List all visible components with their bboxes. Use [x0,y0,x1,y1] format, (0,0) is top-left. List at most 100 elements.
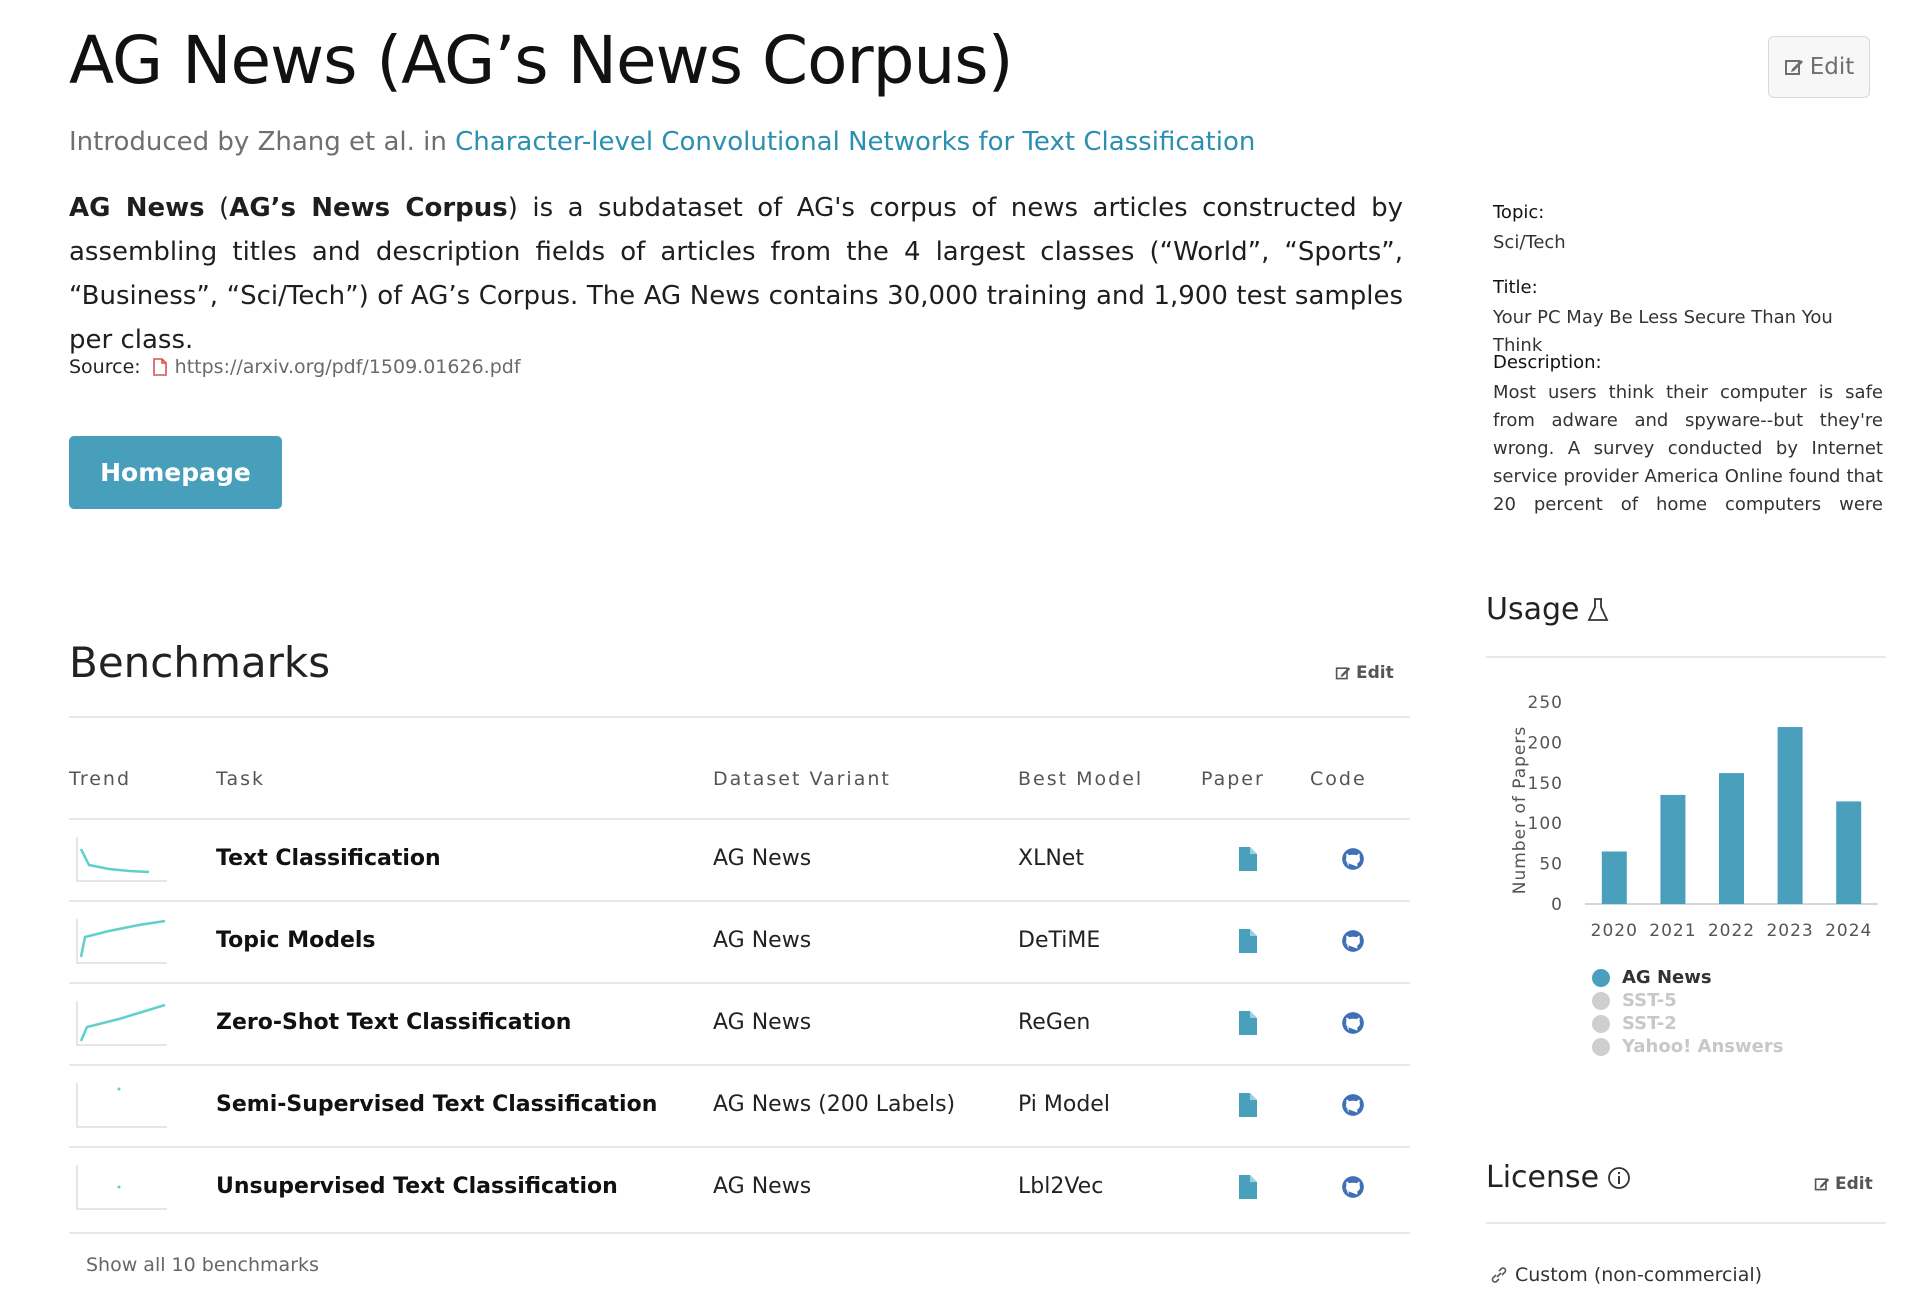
dataset-variant-link[interactable]: AG News [713,1010,811,1035]
sparkline-axes [76,1165,167,1210]
best-model-link[interactable]: DeTiME [1018,928,1100,953]
dataset-variant-link[interactable]: AG News [713,846,811,871]
sparkline-point [117,1087,121,1091]
benchmark-row[interactable]: Semi-Supervised Text Classification AG Ne… [69,1064,1410,1146]
link-icon [1491,1267,1507,1283]
sparkline-axes [76,837,167,882]
legend-item[interactable]: SST-2 [1592,1012,1783,1035]
col-header-paper: Paper [1201,768,1265,790]
usage-divider [1486,656,1886,658]
paper-icon[interactable] [1237,1174,1259,1200]
benchmark-row[interactable]: Topic Models AG News DeTiME [69,900,1410,982]
usage-title-text: Usage [1486,592,1580,627]
legend-marker [1592,1037,1610,1056]
dataset-variant-link[interactable]: AG News [713,928,811,953]
dataset-description: AG News (AG’s News Corpus) is a subdatas… [69,186,1403,362]
description-value: Most users think their computer is safe … [1493,382,1883,515]
github-icon[interactable] [1340,1174,1366,1200]
y-tick-label: 100 [1528,814,1563,834]
edit-license-button[interactable]: Edit [1814,1174,1873,1194]
task-link[interactable]: Semi-Supervised Text Classification [216,1092,657,1117]
license-divider [1486,1222,1886,1224]
table-bottom-divider [69,1232,1410,1234]
description-label: Description: [1493,352,1602,373]
source-link[interactable]: https://arxiv.org/pdf/1509.01626.pdf [152,356,521,378]
paper-link[interactable]: Character-level Convolutional Networks f… [455,127,1255,157]
y-tick-label: 0 [1551,895,1563,915]
edit-icon [1784,60,1803,75]
show-all-benchmarks-link[interactable]: Show all 10 benchmarks [86,1254,319,1276]
y-tick-label: 200 [1528,733,1563,753]
sparkline-axes [76,919,167,964]
license-link[interactable]: Custom (non-commercial) [1490,1264,1762,1286]
paper-icon[interactable] [1237,928,1259,954]
github-icon[interactable] [1340,928,1366,954]
legend-item[interactable]: SST-5 [1592,989,1783,1012]
github-icon[interactable] [1340,1092,1366,1118]
legend-label: SST-5 [1622,990,1677,1011]
legend-label: AG News [1622,967,1712,988]
github-icon[interactable] [1340,1010,1366,1036]
edit-benchmarks-button[interactable]: Edit [1335,663,1394,683]
edit-icon [1814,1178,1830,1191]
best-model-link[interactable]: ReGen [1018,1010,1090,1035]
sparkline-line [79,919,166,958]
source-label: Source: [69,356,141,378]
sample-title: Title: Your PC May Be Less Secure Than Y… [1493,277,1883,360]
benchmark-row[interactable]: Zero-Shot Text Classification AG News ReGe… [69,982,1410,1064]
usage-bar-chart: Number of Papers0501001502002502020 2021 2… [1510,693,1878,941]
dataset-variant-link[interactable]: AG News [713,1174,811,1199]
benchmark-row[interactable]: Text Classification AG News XLNet [69,818,1410,900]
x-tick-label: 2023 [1766,921,1813,941]
edit-label: Edit [1809,54,1855,80]
bar-2023 [1777,727,1803,904]
best-model-link[interactable]: XLNet [1018,846,1084,871]
task-link[interactable]: Zero-Shot Text Classification [216,1010,571,1035]
best-model-link[interactable]: Pi Model [1018,1092,1110,1117]
edit-icon [1335,667,1351,680]
sparkline-line [79,848,150,874]
homepage-button[interactable]: Homepage [69,436,282,509]
page-title: AG News (AG’s News Corpus) [69,22,1013,99]
dataset-variant-link[interactable]: AG News (200 Labels) [713,1092,955,1117]
legend-marker [1592,991,1610,1010]
col-header-code: Code [1310,768,1367,790]
paper-icon[interactable] [1237,846,1259,872]
legend-item[interactable]: AG News [1592,966,1783,989]
benchmarks-divider [69,716,1410,718]
col-header-best-model: Best Model [1018,768,1144,790]
github-icon[interactable] [1340,846,1366,872]
trend-sparkline[interactable] [69,999,169,1051]
flask-icon [1588,597,1609,621]
paper-icon[interactable] [1237,1092,1259,1118]
trend-sparkline[interactable] [69,917,169,969]
task-link[interactable]: Topic Models [216,928,376,953]
edit-label: Edit [1356,663,1394,683]
task-link[interactable]: Unsupervised Text Classification [216,1174,618,1199]
paper-icon[interactable] [1237,1010,1259,1036]
col-header-task: Task [216,768,266,790]
col-header-variant: Dataset Variant [713,768,891,790]
trend-sparkline[interactable] [69,835,169,887]
legend-item[interactable]: Yahoo! Answers [1592,1035,1783,1058]
y-tick-label: 250 [1528,693,1563,713]
license-value: Custom (non-commercial) [1515,1264,1763,1286]
best-model-link[interactable]: Lbl2Vec [1018,1174,1103,1199]
topic-label: Topic: [1493,202,1545,223]
trend-sparkline[interactable] [69,1081,169,1133]
sample-description: Description: Most users think their comp… [1493,352,1883,519]
sparkline-axes [76,1083,167,1128]
col-header-trend: Trend [69,768,131,790]
legend-marker [1592,1014,1610,1033]
bar-2021 [1660,794,1686,904]
task-link[interactable]: Text Classification [216,846,441,871]
license-title: License [1486,1160,1631,1195]
edit-dataset-button[interactable]: Edit [1768,36,1870,98]
trend-sparkline[interactable] [69,1163,169,1215]
x-tick-label: 2022 [1708,921,1755,941]
x-tick-label: 2021 [1649,921,1696,941]
info-icon[interactable] [1607,1166,1631,1190]
sparkline-line [79,1003,166,1042]
benchmark-row[interactable]: Unsupervised Text Classification AG News L… [69,1146,1410,1228]
source-url: https://arxiv.org/pdf/1509.01626.pdf [174,356,521,378]
